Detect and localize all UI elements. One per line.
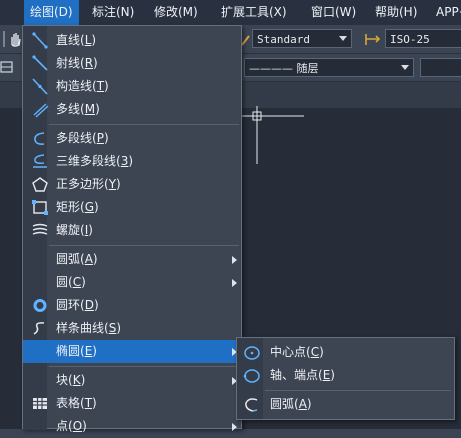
- menu-ext-tools[interactable]: 扩展工具(X): [215, 0, 293, 25]
- menu-modify[interactable]: 修改(M): [148, 0, 204, 25]
- menu-item-xline[interactable]: 构造线(T): [23, 75, 241, 98]
- menu-item-helix[interactable]: 螺旋(I): [23, 219, 241, 242]
- menu-item-ellipse[interactable]: 椭圆(E): [23, 340, 241, 363]
- menu-separator: [49, 245, 239, 246]
- line-icon: [32, 32, 48, 49]
- pan-hand-icon[interactable]: [8, 30, 22, 47]
- menu-draw[interactable]: 绘图(D): [24, 0, 79, 25]
- dim-style-select[interactable]: ISO-25: [385, 29, 461, 48]
- menu-item-circle[interactable]: 圆(C): [23, 271, 241, 294]
- menu-item-spline[interactable]: 样条曲线(S): [23, 317, 241, 340]
- menu-item-donut[interactable]: 圆环(D): [23, 294, 241, 317]
- spline-icon: [33, 322, 45, 335]
- menu-item-arc[interactable]: 圆弧(A): [23, 248, 241, 271]
- ellipse-center-icon: [244, 346, 260, 360]
- crosshair-cursor: [232, 106, 304, 164]
- donut-icon: [33, 299, 47, 312]
- submenu-arrow-icon: [232, 423, 237, 431]
- menu-item-3dpolyline[interactable]: 三维多段线(3): [23, 150, 241, 173]
- menu-item-polyline[interactable]: 多段线(P): [23, 127, 241, 150]
- menu-item-line[interactable]: 直线(L): [23, 29, 241, 52]
- draw-menu: 直线(L) 射线(R) 构造线(T) 多线(M) 多段线(P) 三维多段线(3)…: [22, 25, 242, 433]
- text-style-select[interactable]: Standard: [252, 29, 352, 48]
- submenu-item-center[interactable]: 中心点(C): [237, 341, 454, 364]
- menu-item-ray[interactable]: 射线(R): [23, 52, 241, 75]
- lineweight-select[interactable]: [420, 58, 461, 77]
- submenu-item-arc[interactable]: 圆弧(A): [237, 393, 454, 416]
- menu-item-rectangle[interactable]: 矩形(G): [23, 196, 241, 219]
- menu-separator: [265, 390, 451, 391]
- toolbar-grip: [3, 31, 5, 47]
- submenu-arrow-icon: [232, 256, 237, 264]
- 3dpolyline-icon: [33, 154, 47, 168]
- menu-item-polygon[interactable]: 正多边形(Y): [23, 173, 241, 196]
- menu-separator: [49, 366, 239, 367]
- ellipse-submenu: 中心点(C) 轴、端点(E) 圆弧(A): [236, 337, 455, 420]
- polyline-icon: [34, 132, 45, 145]
- menu-help[interactable]: 帮助(H): [369, 0, 423, 25]
- helix-icon: [32, 223, 48, 235]
- submenu-item-axis-end[interactable]: 轴、端点(E): [237, 364, 454, 387]
- xline-icon: [32, 78, 48, 95]
- ray-icon: [32, 55, 48, 71]
- dim-style-icon: [365, 34, 381, 45]
- menu-item-point[interactable]: 点(O): [23, 415, 241, 438]
- menu-window[interactable]: 窗口(W): [305, 0, 362, 25]
- submenu-arrow-icon: [232, 279, 237, 287]
- polygon-icon: [32, 177, 48, 192]
- mline-icon: [33, 103, 49, 118]
- menu-item-table[interactable]: 表格(T): [23, 392, 241, 415]
- layer-icon[interactable]: [0, 59, 14, 75]
- menu-item-mline[interactable]: 多线(M): [23, 98, 241, 121]
- menu-separator: [49, 124, 239, 125]
- menu-app[interactable]: APP+: [430, 0, 461, 25]
- menu-item-block[interactable]: 块(K): [23, 369, 241, 392]
- menubar-overflow[interactable]: [0, 0, 14, 25]
- menu-bar: 绘图(D) 标注(N) 修改(M) 扩展工具(X) 窗口(W) 帮助(H) AP…: [0, 0, 461, 26]
- ellipse-axis-icon: [243, 369, 260, 383]
- linetype-select[interactable]: ———— 随层: [244, 58, 414, 77]
- ellipse-arc-icon: [245, 398, 258, 412]
- table-icon: [33, 398, 47, 409]
- rectangle-icon: [32, 200, 48, 215]
- menu-dimension[interactable]: 标注(N): [86, 0, 140, 25]
